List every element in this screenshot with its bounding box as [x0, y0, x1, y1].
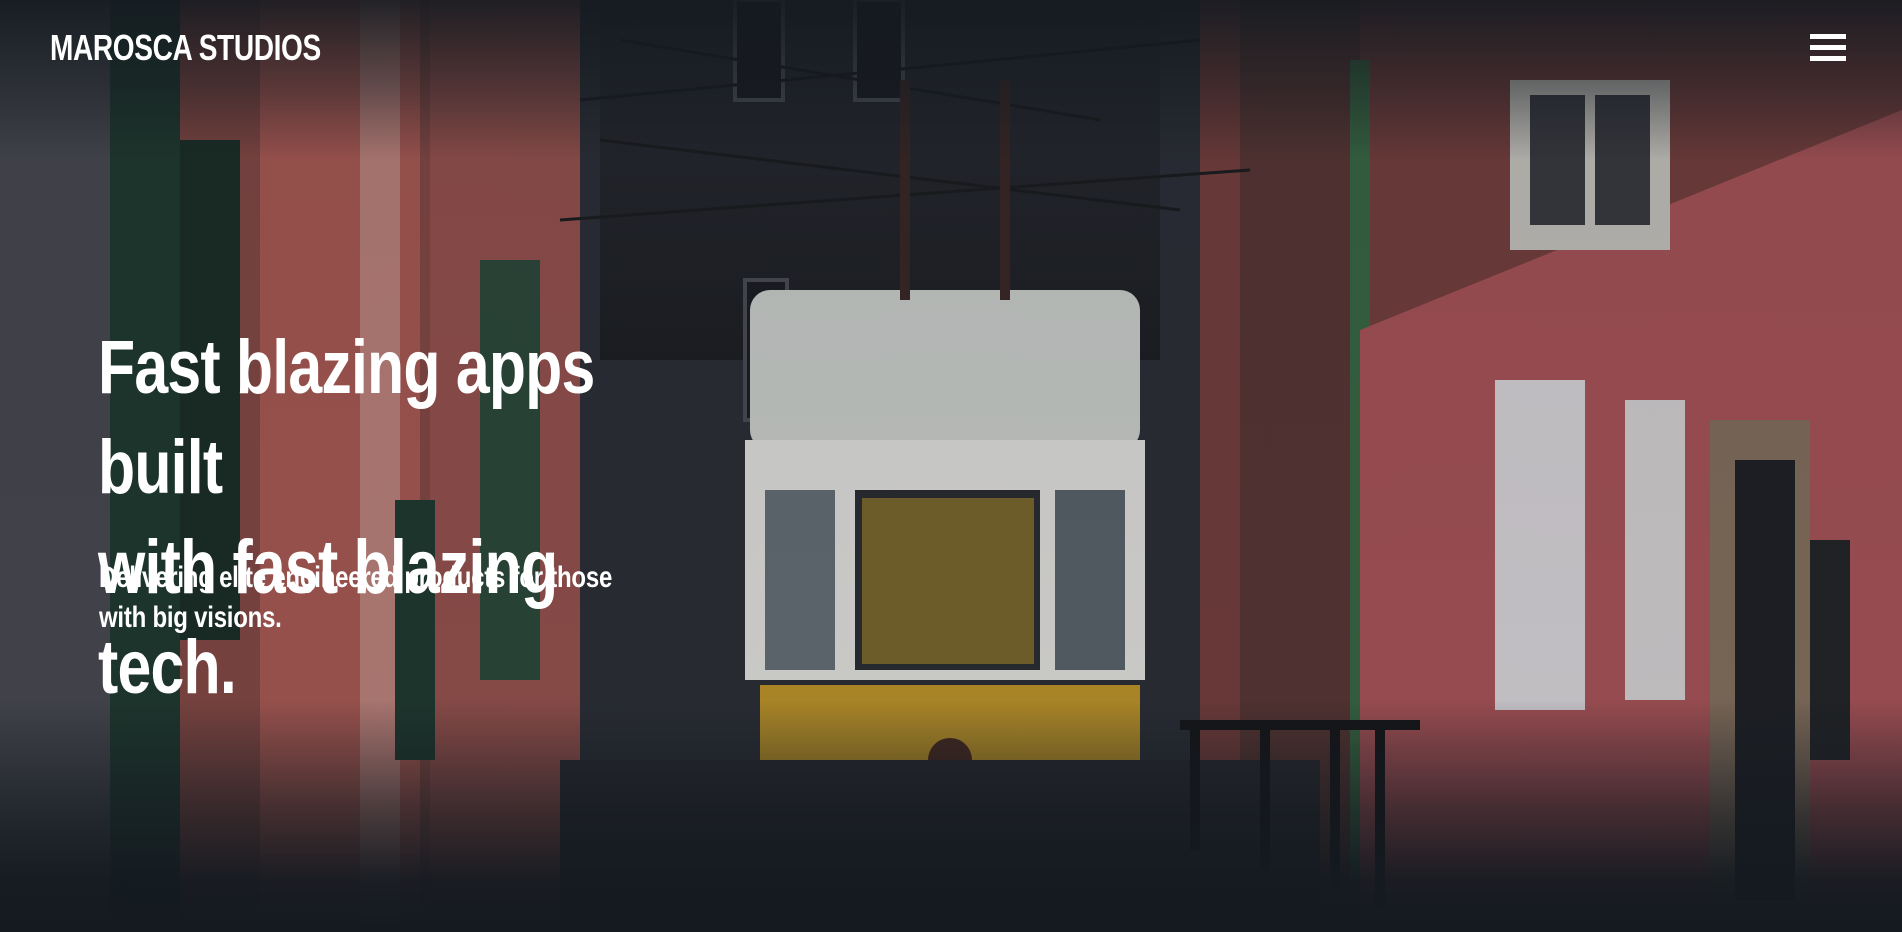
menu-icon-bar — [1810, 45, 1846, 50]
hero-subheadline: Delivering elite engineered products for… — [99, 561, 613, 634]
brand-logo[interactable]: MAROSCA STUDIOS — [50, 24, 321, 72]
top-navigation-bar: MAROSCA STUDIOS — [0, 0, 1902, 96]
hero-section: MAROSCA STUDIOS Fast blazing apps built … — [0, 0, 1902, 932]
menu-icon-bar — [1810, 34, 1846, 39]
hero-headline: Fast blazing apps built with fast blazin… — [98, 325, 595, 710]
hamburger-menu-icon[interactable] — [1810, 32, 1848, 64]
menu-icon-bar — [1810, 56, 1846, 61]
